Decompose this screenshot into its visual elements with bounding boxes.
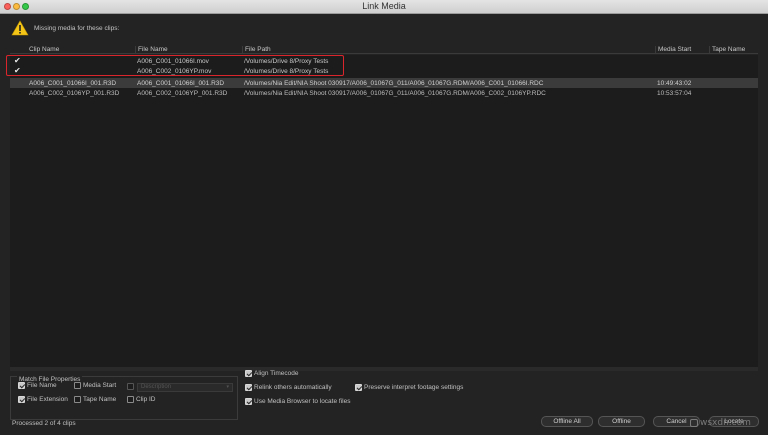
horizontal-scrollbar[interactable] xyxy=(10,367,758,371)
column-header-clip-name[interactable]: Clip Name xyxy=(27,46,59,54)
cell-file-path: /Volumes/Nia Edit/NIA Shoot 030917/A006_… xyxy=(244,79,544,87)
offline-all-button[interactable]: Offline All xyxy=(541,416,593,427)
file-name-checkbox-label: File Name xyxy=(27,382,57,389)
chevron-down-icon: ▾ xyxy=(226,384,229,390)
align-timecode-checkbox[interactable]: Align Timecode xyxy=(245,370,298,377)
checkbox-checked-icon xyxy=(18,382,25,389)
window-titlebar: Link Media xyxy=(0,0,768,14)
checkbox-unchecked-icon xyxy=(127,396,134,403)
preserve-interpret-label: Preserve interpret footage settings xyxy=(364,384,464,391)
window-title: Link Media xyxy=(362,1,406,11)
description-select[interactable]: Description ▾ xyxy=(137,383,233,392)
cell-media-start: 10:49:43:02 xyxy=(657,79,692,87)
link-media-dialog: Missing media for these clips: Clip Name… xyxy=(0,14,768,435)
clip-id-checkbox-label: Clip ID xyxy=(136,396,156,403)
watermark-logo-icon xyxy=(690,419,698,427)
cell-file-path: /Volumes/Nia Edit/NIA Shoot 030917/A006_… xyxy=(244,89,546,97)
description-select-value: Description xyxy=(141,384,172,390)
media-start-checkbox[interactable]: Media Start xyxy=(74,382,116,389)
missing-media-message: Missing media for these clips: xyxy=(34,25,120,32)
use-media-browser-checkbox[interactable]: Use Media Browser to locate files xyxy=(245,398,350,405)
column-header-tape-name[interactable]: Tape Name xyxy=(709,46,745,54)
tape-name-checkbox-label: Tape Name xyxy=(83,396,117,403)
checkbox-unchecked-icon xyxy=(74,396,81,403)
relink-others-checkbox[interactable]: Relink others automatically xyxy=(245,384,332,391)
proxy-rows-highlight-box xyxy=(6,55,344,76)
clips-table: ✔ A006_C001_01066I.mov /Volumes/Drive 8/… xyxy=(10,55,758,367)
align-timecode-label: Align Timecode xyxy=(254,370,299,377)
clips-table-header: Clip Name File Name File Path Media Star… xyxy=(10,44,758,54)
cell-file-name: A006_C001_01066I_001.R3D xyxy=(137,79,225,87)
warning-triangle-icon xyxy=(11,20,29,36)
media-start-checkbox-label: Media Start xyxy=(83,382,117,389)
match-file-properties-group: Match File Properties File Name Media St… xyxy=(10,376,238,420)
column-header-file-path[interactable]: File Path xyxy=(242,46,271,54)
file-extension-checkbox[interactable]: File Extension xyxy=(18,396,68,403)
checkbox-checked-icon xyxy=(18,396,25,403)
table-row[interactable]: A006_C001_01066I_001.R3D A006_C001_01066… xyxy=(10,78,758,88)
checkbox-checked-icon xyxy=(245,398,252,405)
cell-clip-name: A006_C002_0106YP_001.R3D xyxy=(29,89,120,97)
description-checkbox[interactable] xyxy=(127,383,134,390)
offline-button[interactable]: Offline xyxy=(598,416,645,427)
clip-id-checkbox[interactable]: Clip ID xyxy=(127,396,156,403)
cell-file-name: A006_C002_0106YP_001.R3D xyxy=(137,89,228,97)
preserve-interpret-checkbox[interactable]: Preserve interpret footage settings xyxy=(355,384,463,391)
use-media-browser-label: Use Media Browser to locate files xyxy=(254,398,351,405)
checkbox-checked-icon xyxy=(245,384,252,391)
processed-status: Processed 2 of 4 clips xyxy=(12,420,76,427)
checkbox-checked-icon xyxy=(245,370,252,377)
column-header-media-start[interactable]: Media Start xyxy=(655,46,691,54)
checkbox-checked-icon xyxy=(355,384,362,391)
checkbox-unchecked-icon xyxy=(127,383,134,390)
relink-others-label: Relink others automatically xyxy=(254,384,332,391)
tape-name-checkbox[interactable]: Tape Name xyxy=(74,396,116,403)
cell-clip-name: A006_C001_01066I_001.R3D xyxy=(29,79,117,87)
checkbox-unchecked-icon xyxy=(74,382,81,389)
file-extension-checkbox-label: File Extension xyxy=(27,396,68,403)
file-name-checkbox[interactable]: File Name xyxy=(18,382,57,389)
cell-media-start: 10:53:57:04 xyxy=(657,89,692,97)
column-header-file-name[interactable]: File Name xyxy=(135,46,168,54)
table-row[interactable]: A006_C002_0106YP_001.R3D A006_C002_0106Y… xyxy=(10,88,758,98)
watermark-text: wsxdn.com xyxy=(700,418,751,428)
